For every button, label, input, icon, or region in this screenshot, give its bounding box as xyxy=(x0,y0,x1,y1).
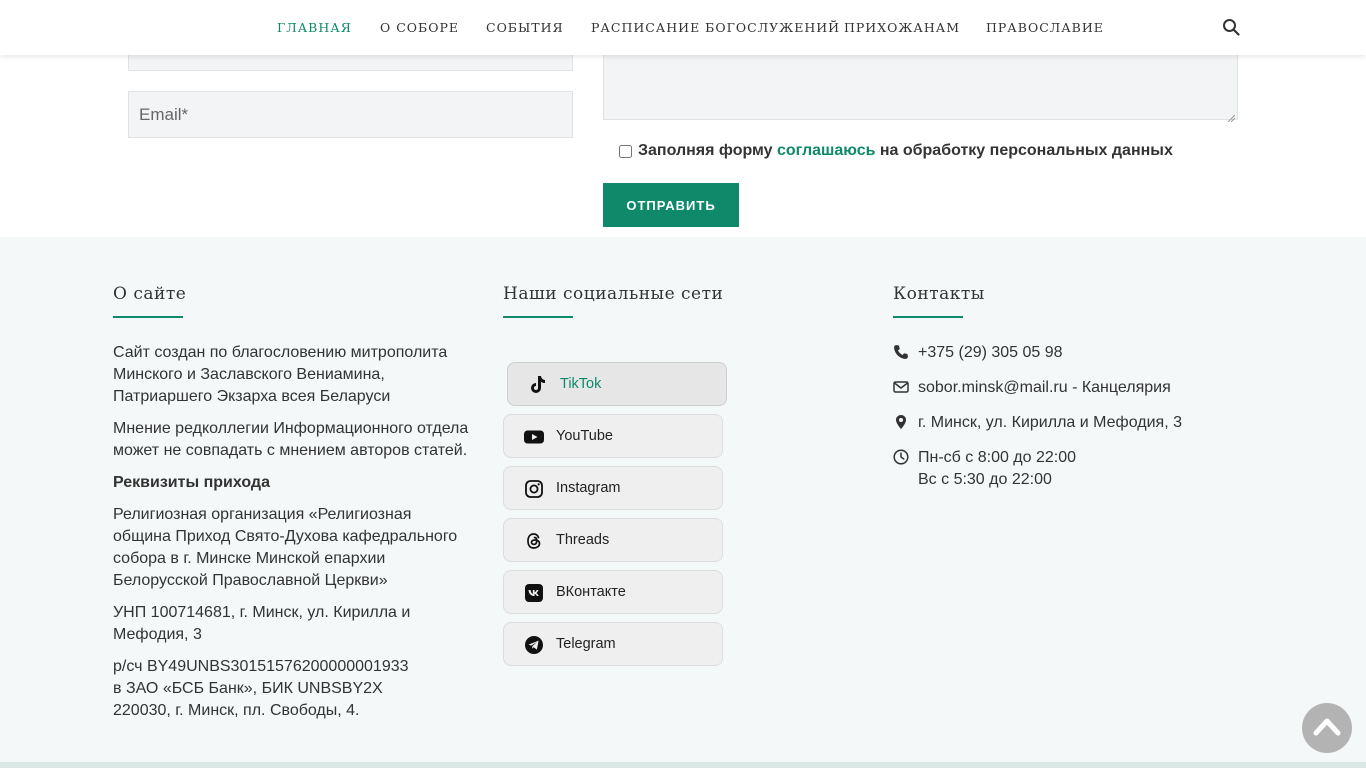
youtube-icon xyxy=(524,427,544,447)
nav-item-events[interactable]: СОБЫТИЯ xyxy=(486,20,564,35)
instagram-icon xyxy=(524,479,544,499)
resize-grip-icon[interactable] xyxy=(1227,109,1236,123)
tiktok-icon xyxy=(528,375,548,395)
consent-text: Заполняя форму соглашаюсь на обработку п… xyxy=(638,142,1173,160)
social-button-vk[interactable]: ВКонтакте xyxy=(503,570,723,614)
social-button-youtube[interactable]: YouTube xyxy=(503,414,723,458)
social-title-underline xyxy=(503,316,573,318)
contact-hours: Пн-сб с 8:00 до 22:00 Вс с 5:30 до 22:00 xyxy=(893,447,1076,491)
requisites-title: Реквизиты прихода xyxy=(113,474,270,491)
consent-checkbox[interactable] xyxy=(619,144,632,158)
bank-address-line: 220030, г. Минск, пл. Свободы, 4. xyxy=(113,702,360,719)
consent-link[interactable]: соглашаюсь xyxy=(777,142,875,159)
email-field[interactable] xyxy=(128,91,573,138)
consent-prefix: Заполняя форму xyxy=(638,142,777,159)
hours-weekdays: Пн-сб с 8:00 до 22:00 xyxy=(918,449,1077,466)
social-button-tiktok[interactable]: TikTok xyxy=(507,362,727,406)
contact-email: sobor.minsk@mail.ru - Канцелярия xyxy=(893,377,1171,399)
nav-item-parishioners[interactable]: ПРИХОЖАНАМ xyxy=(844,20,960,35)
phone-icon xyxy=(893,344,909,360)
unp-address-text: УНП 100714681, г. Минск, ул. Кирилла и М… xyxy=(113,604,411,643)
nav-item-about-cathedral[interactable]: О СОБОРЕ xyxy=(380,20,459,35)
footer-bottom-bar xyxy=(0,762,1366,768)
top-navigation: ГЛАВНАЯ О СОБОРЕ СОБЫТИЯ РАСПИСАНИЕ БОГО… xyxy=(0,0,1366,55)
map-pin-icon xyxy=(893,414,909,430)
social-button-threads[interactable]: Threads xyxy=(503,518,723,562)
envelope-icon xyxy=(893,379,909,395)
vk-icon xyxy=(524,583,544,603)
social-label-tiktok: TikTok xyxy=(560,376,602,392)
contact-phone: +375 (29) 305 05 98 xyxy=(893,342,1063,364)
opening-hours: Пн-сб с 8:00 до 22:00 Вс с 5:30 до 22:00 xyxy=(918,447,1076,491)
nav-item-orthodoxy[interactable]: ПРАВОСЛАВИЕ xyxy=(986,20,1104,35)
bank-name-line: в ЗАО «БСБ Банк», БИК UNBSBY2X xyxy=(113,680,383,697)
contacts-title: Контакты xyxy=(893,284,985,304)
submit-button[interactable]: ОТПРАВИТЬ xyxy=(603,183,739,227)
social-button-instagram[interactable]: Instagram xyxy=(503,466,723,510)
social-label-youtube: YouTube xyxy=(556,428,613,444)
about-title-underline xyxy=(113,316,183,318)
bank-details: р/сч BY49UNBS30151576200000001933 в ЗАО … xyxy=(113,656,463,722)
address-text: г. Минск, ул. Кирилла и Мефодия, 3 xyxy=(918,414,1182,431)
social-label-threads: Threads xyxy=(556,532,610,548)
scroll-to-top-button[interactable] xyxy=(1302,703,1352,753)
organization-name-text: Религиозная организация «Религиозная общ… xyxy=(113,506,458,589)
threads-icon xyxy=(524,531,544,551)
social-label-vk: ВКонтакте xyxy=(556,584,626,600)
bank-account-line: р/сч BY49UNBS30151576200000001933 xyxy=(113,658,409,675)
email-text[interactable]: sobor.minsk@mail.ru - Канцелярия xyxy=(918,377,1171,399)
search-icon[interactable] xyxy=(1222,18,1242,38)
hours-sunday: Вс с 5:30 до 22:00 xyxy=(918,471,1052,488)
telegram-icon xyxy=(524,635,544,655)
about-title: О сайте xyxy=(113,284,187,304)
consent-row: Заполняя форму соглашаюсь на обработку п… xyxy=(619,142,1173,160)
nav-item-home[interactable]: ГЛАВНАЯ xyxy=(277,20,352,35)
clock-icon xyxy=(893,449,909,465)
chevron-up-icon xyxy=(1313,716,1341,741)
about-blessing-text: Сайт создан по благословению митрополита… xyxy=(113,344,448,405)
contacts-title-underline xyxy=(893,316,963,318)
social-button-telegram[interactable]: Telegram xyxy=(503,622,723,666)
nav-item-schedule[interactable]: РАСПИСАНИЕ БОГОСЛУЖЕНИЙ xyxy=(591,20,840,35)
phone-number[interactable]: +375 (29) 305 05 98 xyxy=(918,342,1063,364)
social-label-telegram: Telegram xyxy=(556,636,616,652)
contact-address: г. Минск, ул. Кирилла и Мефодия, 3 xyxy=(893,412,1182,434)
social-label-instagram: Instagram xyxy=(556,480,621,496)
social-title: Наши социальные сети xyxy=(503,284,724,304)
about-disclaimer-text: Мнение редколлегии Информационного отдел… xyxy=(113,420,469,459)
consent-suffix: на обработку персональных данных xyxy=(875,142,1173,159)
